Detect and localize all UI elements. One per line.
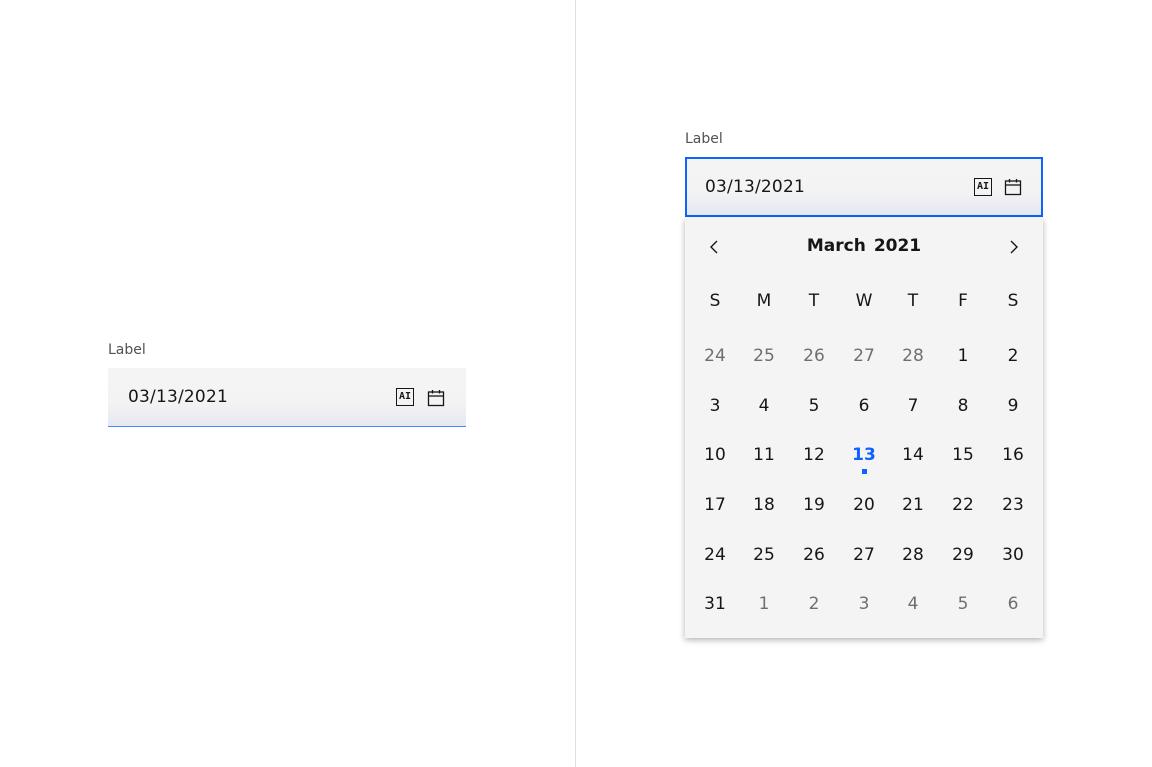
day-cell[interactable]: 28 bbox=[891, 346, 935, 366]
weekday-header: W bbox=[855, 291, 873, 311]
day-cell[interactable]: 21 bbox=[891, 495, 935, 515]
day-cell[interactable]: 25 bbox=[742, 545, 786, 565]
year-label[interactable]: 2021 bbox=[874, 236, 921, 256]
weekday-header: M bbox=[756, 291, 772, 311]
day-cell[interactable]: 9 bbox=[991, 396, 1035, 416]
day-cell[interactable]: 27 bbox=[842, 545, 886, 565]
day-cell[interactable]: 22 bbox=[941, 495, 985, 515]
date-value: 03/13/2021 bbox=[705, 177, 805, 197]
day-cell[interactable]: 6 bbox=[991, 594, 1035, 614]
day-cell[interactable]: 10 bbox=[693, 445, 737, 465]
day-cell[interactable]: 14 bbox=[891, 445, 935, 465]
calendar-icon[interactable] bbox=[1004, 178, 1022, 196]
day-cell[interactable]: 2 bbox=[792, 594, 836, 614]
day-cell-today[interactable]: 13 bbox=[842, 445, 886, 465]
day-cell[interactable]: 12 bbox=[792, 445, 836, 465]
day-cell[interactable]: 5 bbox=[941, 594, 985, 614]
month-year-title: March 2021 bbox=[685, 236, 1043, 256]
ai-label-icon[interactable]: AI bbox=[974, 178, 992, 196]
day-cell[interactable]: 4 bbox=[891, 594, 935, 614]
day-cell[interactable]: 1 bbox=[742, 594, 786, 614]
day-cell[interactable]: 26 bbox=[792, 545, 836, 565]
day-cell[interactable]: 27 bbox=[842, 346, 886, 366]
day-cell[interactable]: 1 bbox=[941, 346, 985, 366]
date-value: 03/13/2021 bbox=[128, 387, 228, 407]
day-cell[interactable]: 3 bbox=[842, 594, 886, 614]
next-month-button[interactable] bbox=[1001, 235, 1025, 259]
weekday-header: S bbox=[709, 291, 721, 311]
day-cell[interactable]: 29 bbox=[941, 545, 985, 565]
weekday-header: T bbox=[808, 291, 820, 311]
calendar-icon[interactable] bbox=[427, 389, 445, 407]
day-cell[interactable]: 28 bbox=[891, 545, 935, 565]
ai-label-text: AI bbox=[398, 391, 412, 402]
date-label: Label bbox=[108, 342, 146, 358]
day-cell[interactable]: 11 bbox=[742, 445, 786, 465]
day-cell[interactable]: 6 bbox=[842, 396, 886, 416]
day-cell[interactable]: 5 bbox=[792, 396, 836, 416]
day-cell[interactable]: 31 bbox=[693, 594, 737, 614]
today-indicator bbox=[862, 469, 867, 474]
ai-label-text: AI bbox=[976, 181, 990, 192]
panel-divider bbox=[575, 0, 576, 767]
day-cell[interactable]: 25 bbox=[742, 346, 786, 366]
day-cell[interactable]: 8 bbox=[941, 396, 985, 416]
day-cell[interactable]: 18 bbox=[742, 495, 786, 515]
ai-label-icon[interactable]: AI bbox=[396, 388, 414, 406]
day-cell[interactable]: 2 bbox=[991, 346, 1035, 366]
day-cell[interactable]: 20 bbox=[842, 495, 886, 515]
day-cell[interactable]: 26 bbox=[792, 346, 836, 366]
day-cell[interactable]: 24 bbox=[693, 545, 737, 565]
weekday-header: F bbox=[958, 291, 968, 311]
day-cell[interactable]: 17 bbox=[693, 495, 737, 515]
month-label: March bbox=[806, 236, 866, 256]
date-label: Label bbox=[685, 131, 723, 147]
day-cell[interactable]: 4 bbox=[742, 396, 786, 416]
day-cell[interactable]: 7 bbox=[891, 396, 935, 416]
day-cell[interactable]: 24 bbox=[693, 346, 737, 366]
weekday-header: S bbox=[1007, 291, 1019, 311]
calendar-popup: March 2021 S M T W T F S 24 25 26 27 28 1 2 3 4 5 6 7 8 9 10 11… bbox=[685, 218, 1043, 638]
weekday-header: T bbox=[907, 291, 919, 311]
day-cell[interactable]: 19 bbox=[792, 495, 836, 515]
day-cell[interactable]: 30 bbox=[991, 545, 1035, 565]
chevron-right-icon bbox=[1010, 240, 1018, 254]
day-cell[interactable]: 16 bbox=[991, 445, 1035, 465]
day-cell[interactable]: 3 bbox=[693, 396, 737, 416]
day-cell[interactable]: 15 bbox=[941, 445, 985, 465]
day-cell[interactable]: 23 bbox=[991, 495, 1035, 515]
